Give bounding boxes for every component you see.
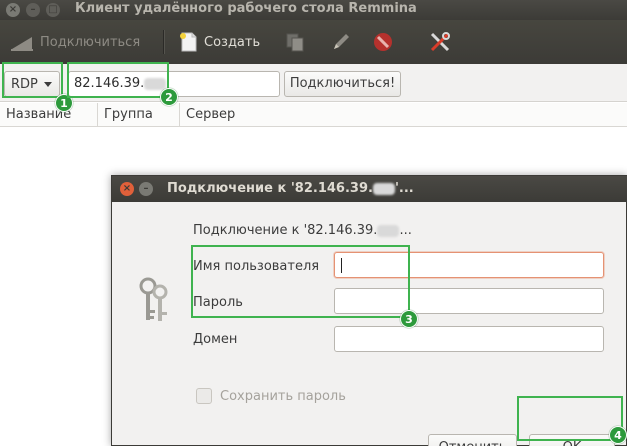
highlight-protocol [2, 62, 63, 98]
badge-2: 2 [160, 88, 178, 106]
redacted-blur [372, 182, 395, 195]
column-group[interactable]: Группа [98, 103, 180, 127]
highlight-ok [517, 396, 623, 441]
toolbar-edit-button[interactable] [330, 30, 352, 54]
list-column-header: Название Группа Сервер [0, 103, 627, 127]
dialog-heading: Подключение к '82.146.39.... [193, 223, 412, 238]
save-password-label: Сохранить пароль [220, 389, 346, 404]
highlight-server [67, 62, 169, 98]
dialog-close-button[interactable]: × [120, 182, 134, 196]
badge-3: 3 [400, 310, 418, 328]
toolbar-create-button[interactable]: Создать [178, 30, 260, 54]
cancel-button[interactable]: Отменить [428, 434, 517, 446]
dialog-title: Подключение к '82.146.39. '... [167, 181, 414, 196]
close-window-button[interactable]: × [6, 3, 20, 17]
delete-icon [372, 31, 394, 53]
pencil-icon [330, 31, 352, 53]
toolbar-copy-button[interactable] [284, 30, 306, 54]
highlight-credentials [191, 245, 410, 318]
badge-4: 4 [609, 426, 627, 444]
new-document-icon [178, 31, 200, 53]
tools-icon [428, 30, 452, 54]
dialog-minimize-button[interactable]: – [139, 182, 153, 196]
dialog-titlebar: × – Подключение к '82.146.39. '... [112, 176, 627, 202]
toolbar-separator [163, 30, 164, 54]
column-server[interactable]: Сервер [180, 103, 627, 127]
toolbar: Подключиться Создать [0, 20, 627, 64]
toolbar-create-label: Создать [204, 34, 261, 50]
domain-label: Домен [193, 332, 238, 347]
window-titlebar: × – □ Клиент удалённого рабочего стола R… [0, 0, 627, 20]
domain-input[interactable] [334, 326, 604, 352]
keys-icon [136, 276, 172, 330]
save-password-checkbox[interactable] [196, 388, 212, 404]
toolbar-connect-label: Подключиться [40, 34, 141, 50]
window-title: Клиент удалённого рабочего стола Remmina [75, 1, 417, 16]
toolbar-connect-button[interactable]: Подключиться [10, 30, 140, 54]
copy-icon [284, 31, 306, 53]
maximize-window-button[interactable]: □ [46, 3, 60, 17]
quick-connect-button[interactable]: Подключиться! [284, 71, 401, 97]
redacted-blur [377, 224, 400, 237]
toolbar-delete-button[interactable] [372, 30, 394, 54]
connect-icon [10, 32, 36, 52]
toolbar-preferences-button[interactable] [428, 30, 452, 54]
minimize-window-button[interactable]: – [26, 3, 40, 17]
column-name[interactable]: Название [0, 103, 98, 127]
